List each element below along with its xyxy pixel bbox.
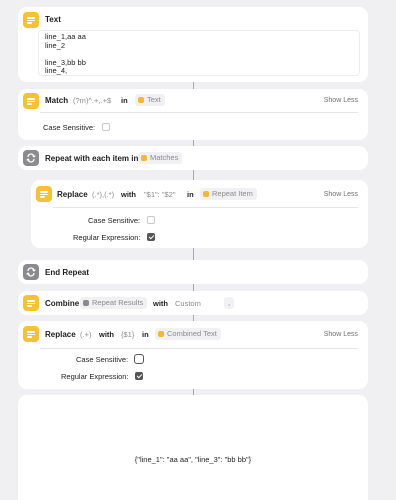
combined-text-variable-token[interactable]: Combined Text <box>155 328 221 340</box>
replace-pattern-field[interactable]: (.*),(.*) <box>92 190 114 199</box>
token-label: Repeat Item <box>212 189 253 198</box>
separator-mode-picker[interactable]: Custom <box>175 299 201 308</box>
action-title: Combine <box>45 299 80 308</box>
end-repeat-card[interactable]: End Repeat <box>18 260 368 284</box>
show-less-button[interactable]: Show Less <box>324 191 358 198</box>
text-line: line_4, <box>45 66 68 75</box>
replace-action-icon <box>36 186 52 202</box>
divider <box>40 112 358 113</box>
token-label: Text <box>147 95 161 104</box>
with-label: with <box>153 299 168 308</box>
in-label: in <box>187 190 194 199</box>
action-title: Repeat with each item in <box>45 154 139 163</box>
text-input-area[interactable]: line_1,aa aa line_2 line_3,bb bb line_4, <box>38 30 360 76</box>
custom-separator-field[interactable]: , <box>224 297 235 309</box>
connector <box>193 248 194 260</box>
case-sensitive-label: Case Sensitive: <box>76 355 129 364</box>
text-line: line_2 <box>45 40 66 50</box>
action-title: End Repeat <box>45 268 90 277</box>
replace-inner-action-card[interactable]: Replace (.*),(.*) with "$1": "$2" in Rep… <box>31 180 368 248</box>
case-sensitive-checkbox[interactable] <box>134 354 144 364</box>
regular-expression-checkbox[interactable] <box>135 372 143 380</box>
repeat-item-variable-token[interactable]: Repeat Item <box>200 188 257 200</box>
result-text: {"line_1": "aa aa", "line_3": "bb bb"} <box>134 455 252 464</box>
token-label: Matches <box>150 153 179 162</box>
repeat-results-variable-token[interactable]: Repeat Results <box>80 297 148 309</box>
text-line: line_1,aa aa <box>45 32 86 41</box>
case-sensitive-label: Case Sensitive: <box>43 123 96 132</box>
match-pattern-field[interactable]: (?m)^.+,.+$ <box>73 96 111 105</box>
divider <box>53 207 358 208</box>
action-title: Replace <box>45 330 76 339</box>
combine-action-icon <box>23 295 39 311</box>
in-label: in <box>142 330 149 339</box>
separator-value: , <box>228 298 231 307</box>
regular-expression-label: Regular Expression: <box>61 372 129 381</box>
replace-action-icon <box>23 326 39 342</box>
text-action-icon <box>23 12 39 28</box>
match-action-icon <box>23 93 39 109</box>
with-label: with <box>99 330 114 339</box>
connector <box>193 170 194 180</box>
regular-expression-checkbox[interactable] <box>147 233 155 241</box>
case-sensitive-checkbox[interactable] <box>102 123 110 131</box>
divider <box>40 348 358 349</box>
show-less-button[interactable]: Show Less <box>324 331 358 338</box>
repeat-icon <box>23 264 39 280</box>
match-action-card[interactable]: Match (?m)^.+,.+$ in Text Show Less Case… <box>18 89 368 140</box>
replace-pattern-field[interactable]: (.+) <box>80 330 91 339</box>
case-sensitive-checkbox[interactable] <box>147 216 155 224</box>
connector <box>193 82 194 89</box>
replacement-field[interactable]: "$1": "$2" <box>144 190 176 199</box>
case-sensitive-label: Case Sensitive: <box>88 216 141 225</box>
token-label: Combined Text <box>167 329 217 338</box>
in-label: in <box>121 96 128 105</box>
matches-variable-token[interactable]: Matches <box>138 152 183 164</box>
combine-action-card[interactable]: Combine Repeat Results with Custom , <box>18 291 368 315</box>
action-title: Match <box>45 96 69 105</box>
text-line: line_3,bb bb <box>45 57 86 67</box>
repeat-action-card[interactable]: Repeat with each item in Matches <box>18 146 368 170</box>
token-label: Repeat Results <box>92 298 144 307</box>
text-action-card[interactable]: Text line_1,aa aa line_2 line_3,bb bb li… <box>18 7 368 82</box>
action-title: Text <box>45 15 61 24</box>
repeat-icon <box>23 150 39 166</box>
connector <box>193 284 194 291</box>
action-title: Replace <box>57 190 88 199</box>
show-less-button[interactable]: Show Less <box>324 97 358 104</box>
result-output-card: {"line_1": "aa aa", "line_3": "bb bb"} <box>18 395 368 500</box>
replace-outer-action-card[interactable]: Replace (.+) with {$1} in Combined Text … <box>18 321 368 389</box>
with-label: with <box>121 190 136 199</box>
text-line <box>45 50 353 59</box>
text-variable-token[interactable]: Text <box>135 94 165 106</box>
replacement-field[interactable]: {$1} <box>121 330 134 339</box>
regular-expression-label: Regular Expression: <box>73 233 141 242</box>
